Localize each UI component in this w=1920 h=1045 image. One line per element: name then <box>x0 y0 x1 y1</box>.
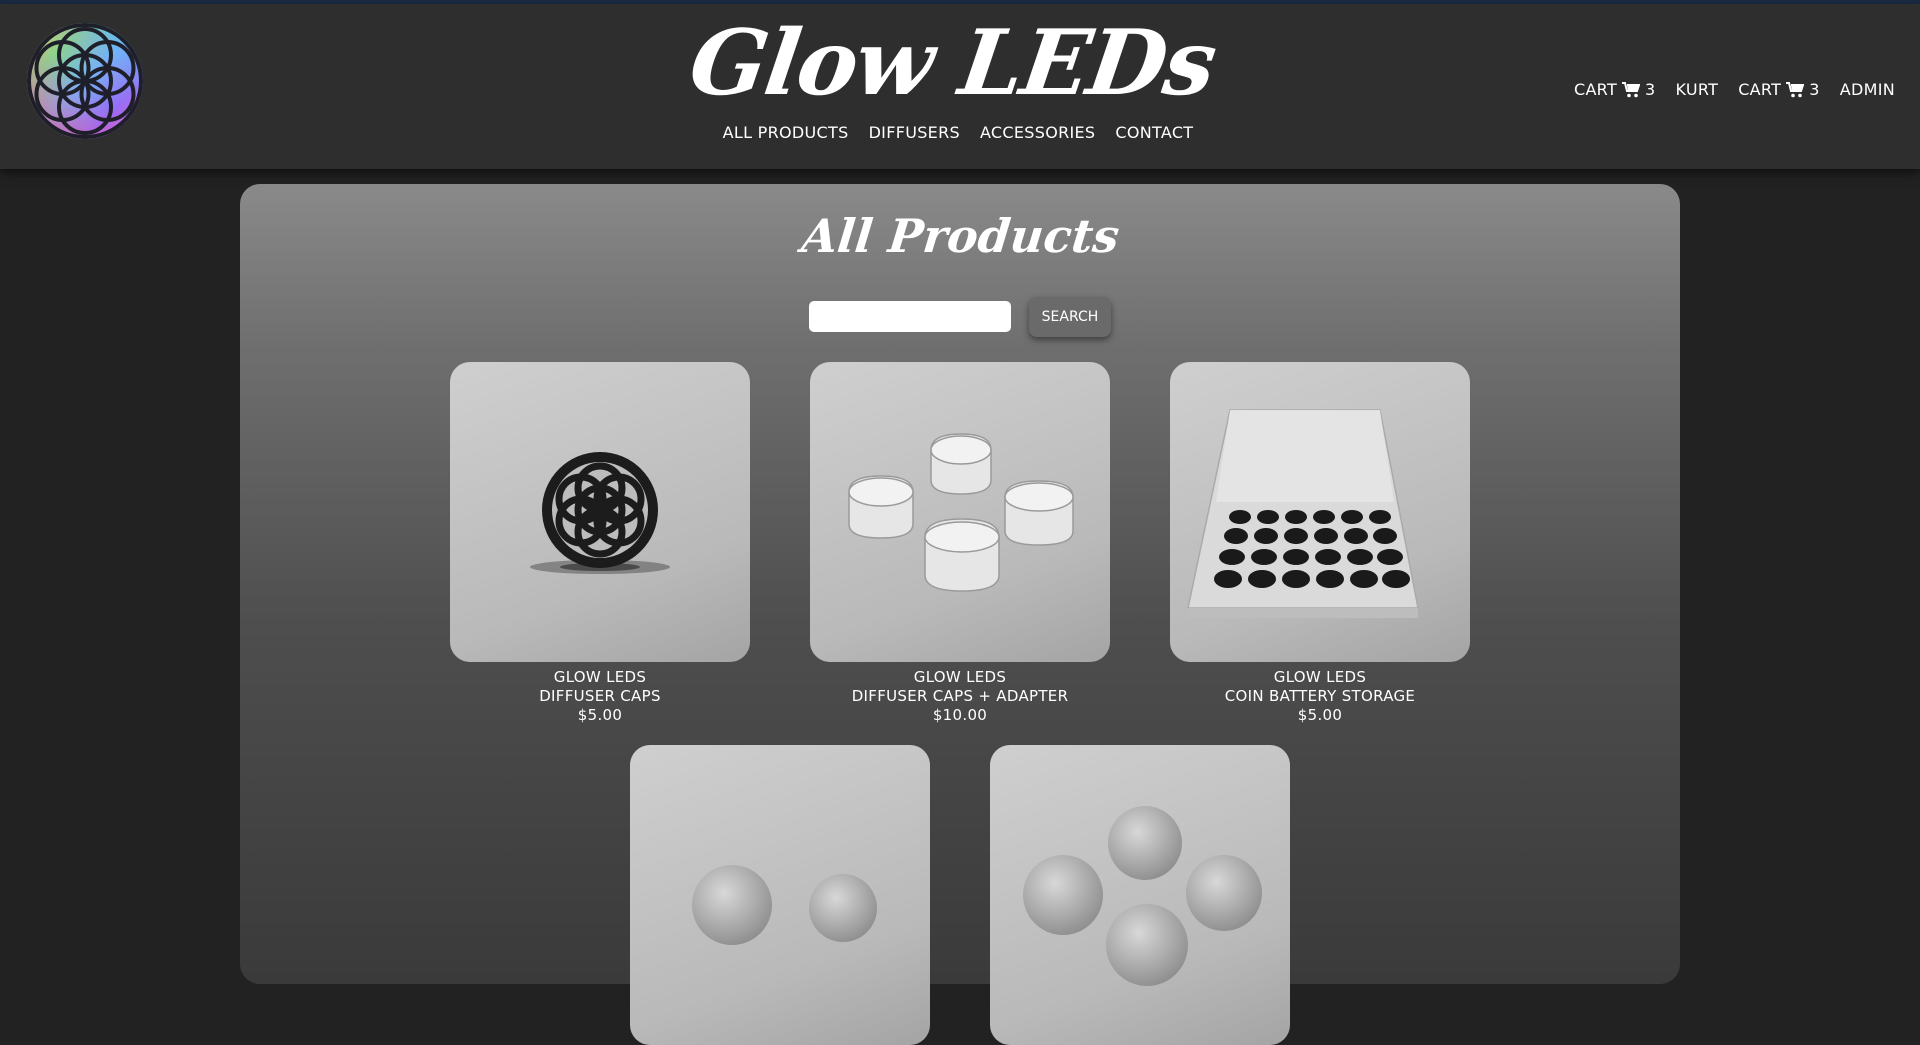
product-card[interactable]: Glow LEDs Diffuser Caps $5.00 <box>450 362 750 725</box>
cart-count: 3 <box>1645 80 1656 99</box>
search-input[interactable] <box>809 301 1011 332</box>
site-brand-title[interactable]: Glow LEDs <box>0 8 1920 118</box>
brand-text: Glow LEDs <box>683 10 1221 116</box>
product-name[interactable]: Diffuser Caps + Adapter <box>810 687 1110 706</box>
user-profile-link[interactable]: KURT <box>1676 80 1719 99</box>
product-brand: Glow LEDs <box>553 668 647 686</box>
product-name[interactable]: Coin Battery Storage <box>1170 687 1470 706</box>
cart-icon <box>1786 81 1805 98</box>
cart-icon <box>1622 81 1641 98</box>
nav-diffusers[interactable]: Diffusers <box>869 123 960 142</box>
admin-link[interactable]: ADMIN <box>1840 80 1895 99</box>
product-image-coin-battery-storage[interactable] <box>1170 362 1470 662</box>
nav-contact[interactable]: Contact <box>1115 123 1193 142</box>
page-title: All Products <box>240 206 1680 266</box>
product-card[interactable] <box>990 745 1290 1045</box>
product-brand: Glow LEDs <box>1273 668 1367 686</box>
search-bar: Search <box>240 297 1680 337</box>
product-image-diffuser-cap[interactable] <box>450 362 750 662</box>
product-price: $5.00 <box>577 706 623 724</box>
products-panel: All Products Search <box>240 184 1680 1045</box>
product-name[interactable]: Diffuser Caps <box>450 687 750 706</box>
product-image-two-spheres[interactable] <box>630 745 930 1045</box>
cart-link[interactable]: CART 3 <box>1574 80 1656 99</box>
product-image-five-spheres[interactable] <box>990 745 1290 1045</box>
product-image-diffuser-caps-adapter[interactable] <box>810 362 1110 662</box>
cart-link-secondary[interactable]: CART 3 <box>1738 80 1820 99</box>
product-brand: Glow LEDs <box>913 668 1007 686</box>
user-nav: CART 3 KURT CART 3 ADMIN <box>1574 80 1895 99</box>
product-price: $5.00 <box>1297 706 1343 724</box>
site-header: Glow LEDs All Products Diffusers Accesso… <box>0 4 1920 169</box>
search-button[interactable]: Search <box>1029 297 1111 337</box>
product-card[interactable]: Glow LEDs Coin Battery Storage $5.00 <box>1170 362 1470 725</box>
product-card[interactable] <box>630 745 930 1045</box>
page-title-text: All Products <box>798 209 1122 263</box>
cart-count: 3 <box>1809 80 1820 99</box>
product-card[interactable]: Glow LEDs Diffuser Caps + Adapter $10.00 <box>810 362 1110 725</box>
product-price: $10.00 <box>932 706 988 724</box>
main-nav: All Products Diffusers Accessories Conta… <box>0 123 1920 142</box>
cart-label: CART <box>1738 80 1782 99</box>
cart-label: CART <box>1573 80 1618 99</box>
nav-all-products[interactable]: All Products <box>723 123 849 142</box>
nav-accessories[interactable]: Accessories <box>980 123 1095 142</box>
